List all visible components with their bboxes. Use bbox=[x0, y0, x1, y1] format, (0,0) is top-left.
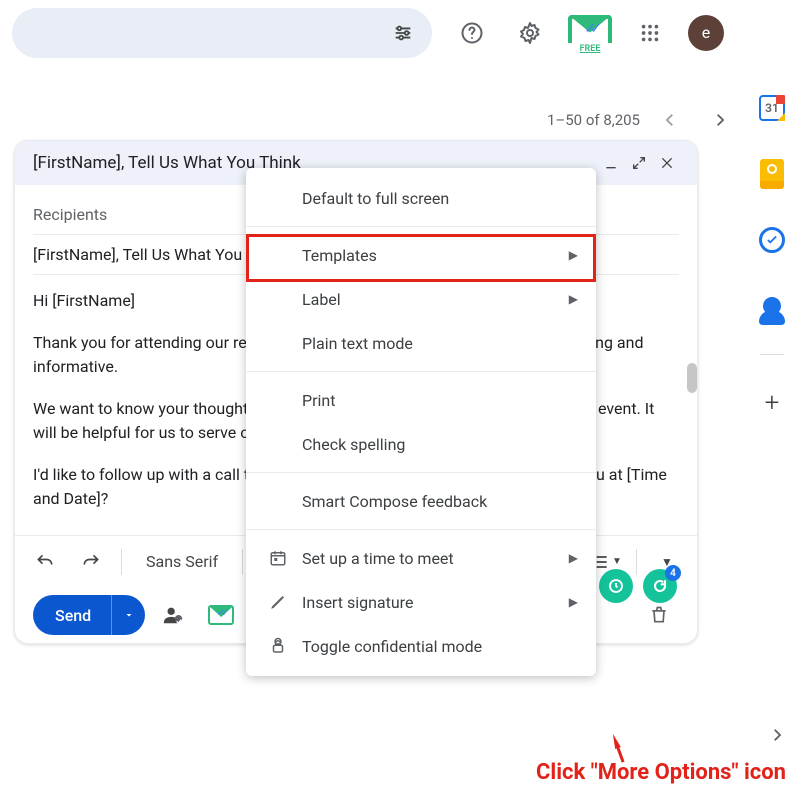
gear-icon[interactable] bbox=[510, 13, 550, 53]
grammarly-badge: 4 bbox=[665, 565, 681, 581]
menu-insert-signature[interactable]: Insert signature▶ bbox=[246, 580, 596, 624]
lock-icon bbox=[268, 637, 288, 655]
menu-confidential-mode[interactable]: Toggle confidential mode bbox=[246, 624, 596, 668]
tasks-app-icon[interactable] bbox=[754, 222, 790, 258]
pagination: 1–50 of 8,205 bbox=[547, 100, 740, 140]
send-options-icon[interactable] bbox=[111, 595, 145, 635]
menu-templates[interactable]: Templates▶ bbox=[246, 233, 596, 277]
fullscreen-icon[interactable] bbox=[627, 151, 651, 175]
menu-print[interactable]: Print bbox=[246, 378, 596, 422]
mailtrack-footer-icon[interactable]: ✓✓ bbox=[201, 595, 241, 635]
send-button[interactable]: Send bbox=[33, 595, 111, 635]
calendar-icon bbox=[268, 549, 288, 567]
pagination-range: 1–50 of 8,205 bbox=[547, 111, 640, 129]
undo-icon[interactable] bbox=[25, 542, 65, 582]
side-panel: 31 + bbox=[750, 90, 794, 421]
top-bar: ✓✓ FREE e bbox=[0, 0, 800, 65]
menu-plain-text[interactable]: Plain text mode bbox=[246, 321, 596, 365]
apps-grid-icon[interactable] bbox=[630, 13, 670, 53]
grammarly-bubble[interactable]: 4 bbox=[643, 569, 677, 603]
add-contact-icon[interactable] bbox=[153, 595, 193, 635]
menu-default-fullscreen[interactable]: Default to full screen bbox=[246, 176, 596, 220]
contacts-app-icon[interactable] bbox=[754, 288, 790, 324]
mailtrack-icon[interactable]: ✓✓ FREE bbox=[568, 15, 612, 51]
extension-bubble-1[interactable] bbox=[599, 569, 633, 603]
calendar-app-icon[interactable]: 31 bbox=[754, 90, 790, 126]
menu-label[interactable]: Label▶ bbox=[246, 277, 596, 321]
scrollbar[interactable] bbox=[687, 363, 697, 393]
more-options-menu: Default to full screen Templates▶ Label▶… bbox=[246, 168, 596, 676]
pen-icon bbox=[268, 593, 288, 611]
search-bar[interactable] bbox=[12, 8, 432, 58]
chevron-right-icon: ▶ bbox=[569, 595, 578, 609]
avatar[interactable]: e bbox=[688, 15, 724, 51]
prev-page-icon[interactable] bbox=[650, 100, 690, 140]
expand-sidebar-icon[interactable] bbox=[768, 726, 786, 744]
menu-set-up-time[interactable]: Set up a time to meet▶ bbox=[246, 536, 596, 580]
avatar-initial: e bbox=[702, 23, 710, 42]
menu-check-spelling[interactable]: Check spelling bbox=[246, 422, 596, 466]
add-app-icon[interactable]: + bbox=[754, 385, 790, 421]
search-options-icon[interactable] bbox=[392, 22, 414, 44]
close-icon[interactable] bbox=[655, 151, 679, 175]
annotation-text: Click "More Options" icon bbox=[536, 760, 786, 785]
keep-app-icon[interactable] bbox=[754, 156, 790, 192]
chevron-right-icon: ▶ bbox=[569, 248, 578, 262]
chevron-right-icon: ▶ bbox=[569, 551, 578, 565]
minimize-icon[interactable] bbox=[599, 151, 623, 175]
menu-smart-compose-feedback[interactable]: Smart Compose feedback bbox=[246, 479, 596, 523]
help-icon[interactable] bbox=[452, 13, 492, 53]
mailtrack-tag: FREE bbox=[580, 44, 601, 54]
font-selector[interactable]: Sans Serif bbox=[132, 542, 232, 582]
next-page-icon[interactable] bbox=[700, 100, 740, 140]
redo-icon[interactable] bbox=[71, 542, 111, 582]
chevron-right-icon: ▶ bbox=[569, 292, 578, 306]
